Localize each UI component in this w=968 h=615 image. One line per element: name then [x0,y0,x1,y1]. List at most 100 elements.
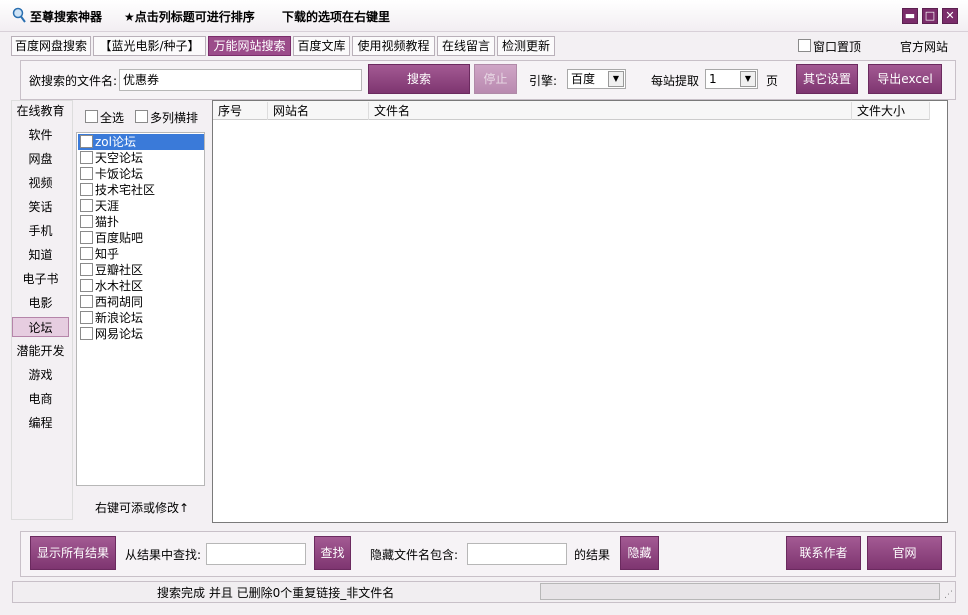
site-label: 西祠胡同 [95,295,144,309]
list-item[interactable]: 水木社区 [78,278,204,294]
category-jokes[interactable]: 笑话 [12,197,69,217]
search-button[interactable]: 搜索 [368,64,470,94]
per-site-value: 1 [709,72,717,86]
category-ecommerce[interactable]: 电商 [12,389,69,409]
column-header-filesize[interactable]: 文件大小 [854,102,930,120]
site-checkbox[interactable] [80,279,93,292]
category-programming[interactable]: 编程 [12,413,69,433]
results-table[interactable] [212,100,948,523]
contact-author-button[interactable]: 联系作者 [786,536,861,570]
hide-suffix-label: 的结果 [574,548,611,562]
official-site-link[interactable]: 官方网站 [900,38,948,55]
site-checkbox[interactable] [80,215,93,228]
site-label: 知乎 [95,247,120,261]
hide-button[interactable]: 隐藏 [620,536,659,570]
list-item[interactable]: 百度贴吧 [78,230,204,246]
chevron-down-icon: ▼ [740,71,756,87]
list-item[interactable]: 新浪论坛 [78,310,204,326]
site-checkbox[interactable] [80,311,93,324]
site-label: 新浪论坛 [95,311,144,325]
tab-online-message[interactable]: 在线留言 [437,36,495,56]
column-header-filename[interactable]: 文件名 [371,102,852,120]
list-item[interactable]: 知乎 [78,246,204,262]
column-header-index[interactable]: 序号 [215,102,268,120]
find-in-results-input[interactable] [206,543,306,565]
list-item[interactable]: 豆瓣社区 [78,262,204,278]
site-checkbox[interactable] [80,327,93,340]
multi-column-label: 多列横排 [150,111,199,125]
list-item[interactable]: 天涯 [78,198,204,214]
find-button[interactable]: 查找 [314,536,351,570]
site-checkbox[interactable] [80,247,93,260]
pin-window-label: 窗口置顶 [813,40,862,54]
minimize-button[interactable]: ▬ [902,8,918,24]
list-item[interactable]: 猫扑 [78,214,204,230]
page-unit-label: 页 [766,74,779,88]
hide-filename-input[interactable] [467,543,567,565]
chevron-down-icon: ▼ [608,71,624,87]
find-in-results-label: 从结果中查找: [125,548,202,562]
site-checkbox[interactable] [80,183,93,196]
list-item[interactable]: 卡饭论坛 [78,166,204,182]
site-checkbox[interactable] [80,135,93,148]
engine-label: 引擎: [529,74,558,88]
stop-button[interactable]: 停止 [474,64,517,94]
engine-select[interactable]: 百度 ▼ [567,69,626,89]
tab-check-update[interactable]: 检测更新 [497,36,555,56]
engine-value: 百度 [571,72,596,86]
category-netdisk[interactable]: 网盘 [12,149,69,169]
hide-filename-label: 隐藏文件名包含: [370,548,459,562]
site-label: 天涯 [95,199,120,213]
per-site-select[interactable]: 1 ▼ [705,69,758,89]
search-label: 欲搜索的文件名: [29,74,118,88]
close-button[interactable]: ✕ [942,8,958,24]
category-ebook[interactable]: 电子书 [12,269,69,289]
site-checkbox[interactable] [80,151,93,164]
category-forum[interactable]: 论坛 [12,317,69,337]
select-all-checkbox[interactable] [85,110,98,123]
category-online-education[interactable]: 在线教育 [12,101,69,121]
site-list-footer-hint: 右键可添或修改↑ [95,501,190,515]
site-checkbox[interactable] [80,231,93,244]
site-label: 水木社区 [95,279,144,293]
list-item[interactable]: 技术宅社区 [78,182,204,198]
category-movie[interactable]: 电影 [12,293,69,313]
category-games[interactable]: 游戏 [12,365,69,385]
site-checkbox[interactable] [80,167,93,180]
app-logo-icon [12,7,26,24]
tab-video-tutorial[interactable]: 使用视频教程 [352,36,435,56]
category-mobile[interactable]: 手机 [12,221,69,241]
list-item[interactable]: 网易论坛 [78,326,204,342]
other-settings-button[interactable]: 其它设置 [796,64,858,94]
site-checkbox[interactable] [80,199,93,212]
search-input[interactable]: 优惠券 [119,69,362,91]
resize-grip-icon[interactable]: ⋰ [944,590,953,600]
maximize-button[interactable]: □ [922,8,938,24]
column-header-site[interactable]: 网站名 [270,102,369,120]
site-checkbox[interactable] [80,295,93,308]
category-software[interactable]: 软件 [12,125,69,145]
official-button[interactable]: 官网 [867,536,942,570]
sort-hint: ★点击列标题可进行排序 [124,10,255,24]
select-all-label: 全选 [100,111,125,125]
pin-window-checkbox[interactable] [798,39,811,52]
list-item[interactable]: 天空论坛 [78,150,204,166]
site-label: 豆瓣社区 [95,263,144,277]
export-excel-button[interactable]: 导出excel [868,64,942,94]
tab-bluray-movies[interactable]: 【蓝光电影/种子】 [93,36,206,56]
list-item[interactable]: zol论坛 [78,134,204,150]
multi-column-checkbox[interactable] [135,110,148,123]
list-item[interactable]: 西祠胡同 [78,294,204,310]
status-text: 搜索完成 并且 已删除0个重复链接_非文件名 [157,586,395,600]
show-all-results-button[interactable]: 显示所有结果 [30,536,116,570]
tab-universal-search[interactable]: 万能网站搜索 [208,36,291,56]
tab-baidu-wenku[interactable]: 百度文库 [293,36,350,56]
site-label: 天空论坛 [95,151,144,165]
download-hint: 下载的选项在右键里 [282,10,391,24]
category-video[interactable]: 视频 [12,173,69,193]
app-title: 至尊搜索神器 [30,10,103,24]
tab-baidu-pan[interactable]: 百度网盘搜索 [11,36,91,56]
site-checkbox[interactable] [80,263,93,276]
category-potential[interactable]: 潜能开发 [12,341,69,361]
category-zhidao[interactable]: 知道 [12,245,69,265]
